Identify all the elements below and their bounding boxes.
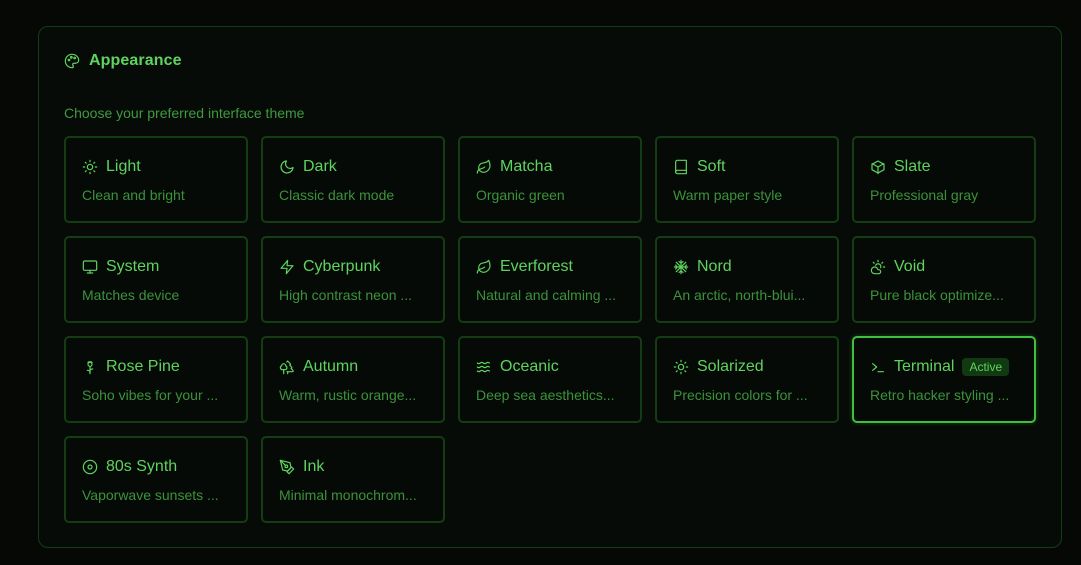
- theme-name: Void: [894, 258, 926, 275]
- section-title: Appearance: [89, 52, 182, 69]
- book-icon: [673, 159, 689, 175]
- theme-description: Warm paper style: [673, 187, 783, 203]
- theme-card-header: Terminal Active: [870, 357, 1018, 377]
- theme-name: Autumn: [303, 358, 359, 375]
- appearance-panel: Appearance Choose your preferred interfa…: [38, 26, 1062, 548]
- theme-name: Everforest: [500, 258, 573, 275]
- theme-name: Matcha: [500, 158, 553, 175]
- theme-name: Light: [106, 158, 141, 175]
- theme-name: Solarized: [697, 358, 764, 375]
- theme-card-header: Solarized: [673, 357, 821, 377]
- theme-card-80s-synth[interactable]: 80s Synth Vaporwave sunsets ...: [64, 436, 248, 523]
- theme-card-header: Oceanic: [476, 357, 624, 377]
- theme-description: Vaporwave sunsets ...: [82, 487, 219, 503]
- theme-name: Terminal: [894, 358, 955, 375]
- flower-icon: [82, 359, 98, 375]
- theme-name: System: [106, 258, 160, 275]
- theme-card-oceanic[interactable]: Oceanic Deep sea aesthetics...: [458, 336, 642, 423]
- theme-card-header: Ink: [279, 457, 427, 477]
- theme-card-header: Autumn: [279, 357, 427, 377]
- theme-card-slate[interactable]: Slate Professional gray: [852, 136, 1036, 223]
- theme-card-void[interactable]: Void Pure black optimize...: [852, 236, 1036, 323]
- theme-description: Natural and calming ...: [476, 287, 617, 303]
- theme-description: Warm, rustic orange...: [279, 387, 417, 403]
- theme-description: Matches device: [82, 287, 180, 303]
- theme-card-ink[interactable]: Ink Minimal monochrom...: [261, 436, 445, 523]
- theme-card-header: Soft: [673, 157, 821, 177]
- terminal-icon: [870, 359, 886, 375]
- theme-card-header: Cyberpunk: [279, 257, 427, 277]
- theme-name: Soft: [697, 158, 726, 175]
- theme-card-header: Matcha: [476, 157, 624, 177]
- theme-card-rose-pine[interactable]: Rose Pine Soho vibes for your ...: [64, 336, 248, 423]
- theme-card-header: Nord: [673, 257, 821, 277]
- theme-description: Clean and bright: [82, 187, 185, 203]
- theme-description: Organic green: [476, 187, 565, 203]
- theme-card-header: Void: [870, 257, 1018, 277]
- theme-name: 80s Synth: [106, 458, 178, 475]
- theme-name: Nord: [697, 258, 732, 275]
- theme-card-header: Slate: [870, 157, 1018, 177]
- theme-card-terminal[interactable]: Terminal Active Retro hacker styling ...: [852, 336, 1036, 423]
- theme-name: Dark: [303, 158, 337, 175]
- theme-card-nord[interactable]: Nord An arctic, north-blui...: [655, 236, 839, 323]
- theme-description: Soho vibes for your ...: [82, 387, 219, 403]
- theme-card-header: System: [82, 257, 230, 277]
- waves-icon: [476, 359, 492, 375]
- theme-card-header: Rose Pine: [82, 357, 230, 377]
- appearance-header: Appearance: [64, 52, 182, 70]
- palette-icon: [64, 53, 80, 69]
- leaf-icon: [476, 159, 492, 175]
- theme-name: Ink: [303, 458, 325, 475]
- theme-card-everforest[interactable]: Everforest Natural and calming ...: [458, 236, 642, 323]
- theme-description: Retro hacker styling ...: [870, 387, 1010, 403]
- theme-description: Precision colors for ...: [673, 387, 808, 403]
- zap-icon: [279, 259, 295, 275]
- cloud-sun-icon: [870, 259, 886, 275]
- theme-grid: Light Clean and bright Dark Classic dark mo…: [64, 136, 1036, 523]
- theme-card-header: Light: [82, 157, 230, 177]
- moon-icon: [279, 159, 295, 175]
- theme-name: Oceanic: [500, 358, 559, 375]
- theme-name: Slate: [894, 158, 931, 175]
- theme-card-header: Dark: [279, 157, 427, 177]
- theme-card-cyberpunk[interactable]: Cyberpunk High contrast neon ...: [261, 236, 445, 323]
- disc-icon: [82, 459, 98, 475]
- active-badge: Active: [962, 358, 1010, 376]
- theme-card-header: Everforest: [476, 257, 624, 277]
- theme-description: Deep sea aesthetics...: [476, 387, 615, 403]
- pen-icon: [279, 459, 295, 475]
- theme-name: Cyberpunk: [303, 258, 381, 275]
- theme-name: Rose Pine: [106, 358, 180, 375]
- theme-card-light[interactable]: Light Clean and bright: [64, 136, 248, 223]
- theme-description: An arctic, north-blui...: [673, 287, 806, 303]
- theme-card-matcha[interactable]: Matcha Organic green: [458, 136, 642, 223]
- theme-card-dark[interactable]: Dark Classic dark mode: [261, 136, 445, 223]
- theme-card-solarized[interactable]: Solarized Precision colors for ...: [655, 336, 839, 423]
- leaf-icon: [476, 259, 492, 275]
- theme-card-soft[interactable]: Soft Warm paper style: [655, 136, 839, 223]
- section-subtitle: Choose your preferred interface theme: [64, 105, 305, 121]
- theme-description: Minimal monochrom...: [279, 487, 417, 503]
- theme-card-autumn[interactable]: Autumn Warm, rustic orange...: [261, 336, 445, 423]
- tree-icon: [279, 359, 295, 375]
- snowflake-icon: [673, 259, 689, 275]
- theme-card-header: 80s Synth: [82, 457, 230, 477]
- theme-card-system[interactable]: System Matches device: [64, 236, 248, 323]
- monitor-icon: [82, 259, 98, 275]
- theme-description: High contrast neon ...: [279, 287, 413, 303]
- sun-icon: [82, 159, 98, 175]
- theme-description: Classic dark mode: [279, 187, 395, 203]
- theme-description: Professional gray: [870, 187, 979, 203]
- theme-description: Pure black optimize...: [870, 287, 1004, 303]
- sun-icon: [673, 359, 689, 375]
- cube-icon: [870, 159, 886, 175]
